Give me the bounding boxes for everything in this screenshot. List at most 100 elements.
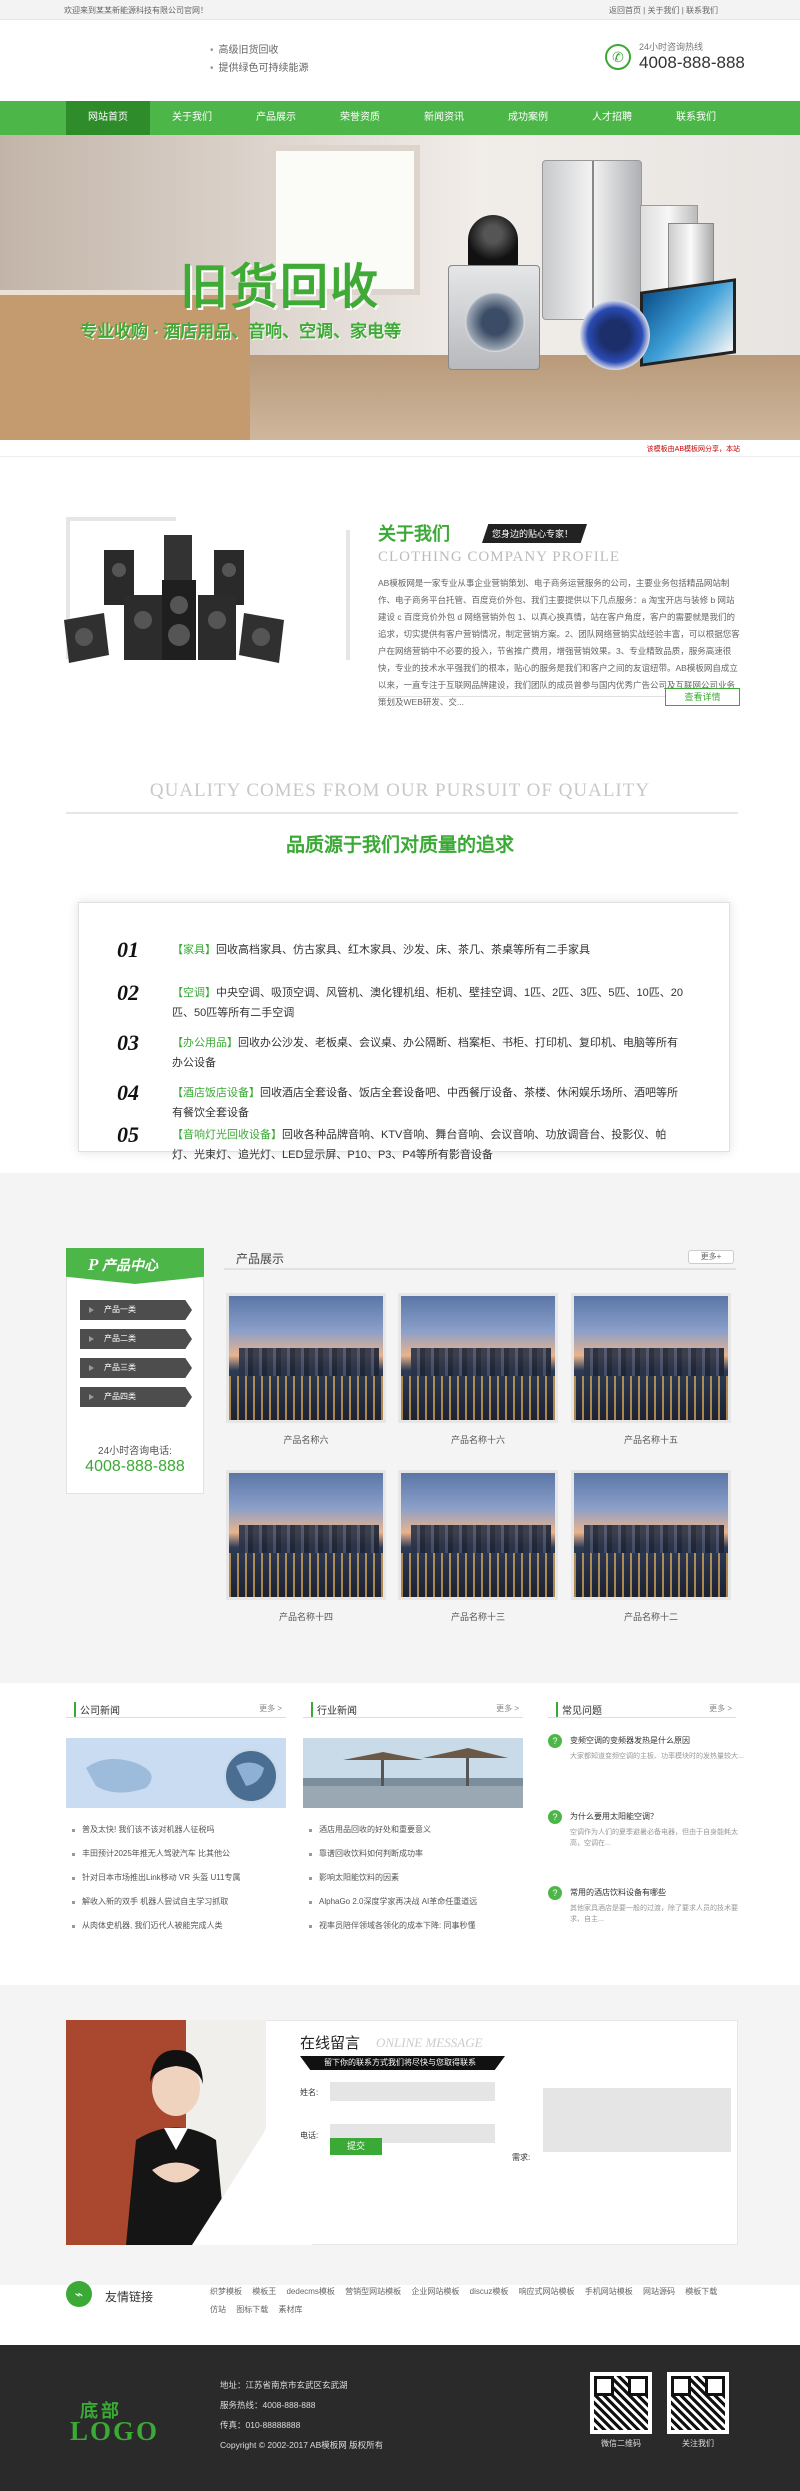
news-more[interactable]: 更多 > bbox=[709, 1703, 732, 1714]
product-name[interactable]: 产品名称十五 bbox=[571, 1433, 731, 1446]
friend-link[interactable]: 手机网站模板 bbox=[585, 2283, 633, 2301]
nav-honors[interactable]: 荣誉资质 bbox=[318, 101, 402, 135]
product-card[interactable]: 产品名称十二 bbox=[571, 1470, 731, 1623]
submit-button[interactable]: 提交 bbox=[330, 2138, 382, 2155]
news-item[interactable]: 影响太阳能饮料的因素 bbox=[303, 1866, 523, 1890]
name-input[interactable] bbox=[330, 2082, 495, 2101]
product-image[interactable] bbox=[226, 1470, 386, 1600]
faq-answer: 空调作为人们的夏季避暑必备电器，但由于自身能耗太高，空调在... bbox=[570, 1829, 738, 1847]
friend-link[interactable]: 模板下载 bbox=[685, 2283, 717, 2301]
news-item[interactable]: 丰田预计2025年推无人驾驶汽车 比其他公 bbox=[66, 1842, 286, 1866]
news-header: 行业新闻 更多 > bbox=[303, 1700, 523, 1718]
nav-cases[interactable]: 成功案例 bbox=[486, 101, 570, 135]
quality-title: 品质源于我们对质量的追求 bbox=[285, 835, 514, 856]
need-label: 需求: bbox=[512, 2153, 531, 2162]
nav-jobs[interactable]: 人才招聘 bbox=[570, 101, 654, 135]
news-item[interactable]: 视率员陪伴领域各领化的成本下降: 同事秒懂 bbox=[303, 1914, 523, 1938]
nav-contact[interactable]: 联系我们 bbox=[654, 101, 738, 135]
news-item[interactable]: 从肉体史机器, 我们迈代人被能完成人类 bbox=[66, 1914, 286, 1938]
product-card[interactable]: 产品名称十四 bbox=[226, 1470, 386, 1623]
product-card[interactable]: 产品名称十三 bbox=[398, 1470, 558, 1623]
product-name[interactable]: 产品名称十六 bbox=[398, 1433, 558, 1446]
top-links[interactable]: 返回首页 | 关于我们 | 联系我们 bbox=[609, 5, 718, 16]
about-more-button[interactable]: 查看详情 bbox=[665, 688, 740, 706]
news-item[interactable]: 酒店用品回收的好处和重要意义 bbox=[303, 1818, 523, 1842]
notice-text: 该模板由AB模板网分享，本站 bbox=[646, 446, 740, 453]
friend-link[interactable]: 企业网站模板 bbox=[411, 2283, 459, 2301]
nav-about[interactable]: 关于我们 bbox=[150, 101, 234, 135]
fridge-image bbox=[542, 160, 642, 320]
message-subtitle: 留下你的联系方式我们将尽快与您取得联系 bbox=[300, 2056, 505, 2070]
nav-home[interactable]: 网站首页 bbox=[66, 101, 150, 135]
products-more-button[interactable]: 更多+ bbox=[688, 1250, 734, 1264]
product-name[interactable]: 产品名称六 bbox=[226, 1433, 386, 1446]
product-image[interactable] bbox=[571, 1470, 731, 1600]
about-tag: 您身边的贴心专家！ bbox=[482, 524, 588, 543]
friend-link[interactable]: 网站源码 bbox=[643, 2283, 675, 2301]
divider bbox=[378, 696, 665, 697]
need-textarea[interactable] bbox=[543, 2088, 731, 2152]
question-icon: ? bbox=[548, 1734, 562, 1748]
qr-label: 微信二维码 bbox=[601, 2439, 641, 2448]
friend-link[interactable]: 仿站 bbox=[210, 2301, 226, 2319]
category-item[interactable]: 产品二类 bbox=[80, 1329, 192, 1349]
category-item[interactable]: 产品四类 bbox=[80, 1387, 192, 1407]
category-item[interactable]: 产品一类 bbox=[80, 1300, 192, 1320]
news-item[interactable]: 解收入新的双手 机器人尝试自主学习抓取 bbox=[66, 1890, 286, 1914]
friend-link[interactable]: discuz模板 bbox=[470, 2283, 509, 2301]
friend-link[interactable]: 织梦模板 bbox=[210, 2283, 242, 2301]
news-item[interactable]: 普及太快! 我们该不该对机器人征税吗 bbox=[66, 1818, 286, 1842]
about-en-title: CLOTHING COMPANY PROFILE bbox=[378, 549, 621, 565]
divider bbox=[224, 1268, 736, 1270]
product-card[interactable]: 产品名称十五 bbox=[571, 1293, 731, 1446]
product-card[interactable]: 产品名称六 bbox=[226, 1293, 386, 1446]
friend-link[interactable]: 响应式网站模板 bbox=[519, 2283, 575, 2301]
follow-qr-code bbox=[667, 2372, 729, 2434]
product-name[interactable]: 产品名称十二 bbox=[571, 1610, 731, 1623]
news-header: 公司新闻 更多 > bbox=[66, 1700, 286, 1718]
item-number: 01 bbox=[117, 937, 139, 962]
faq-answer: 大家都知道变频空调的主板、功率模块时的发热量较大... bbox=[570, 1753, 744, 1760]
news-item[interactable]: AlphaGo 2.0深度学家再决战 AI革命任重道远 bbox=[303, 1890, 523, 1914]
tv-image bbox=[640, 278, 736, 367]
about-title: 关于我们 bbox=[378, 524, 450, 544]
item-number: 02 bbox=[117, 980, 139, 1005]
news-more[interactable]: 更多 > bbox=[259, 1703, 282, 1714]
product-image[interactable] bbox=[571, 1293, 731, 1423]
consult-label: 24小时咨询电话: bbox=[98, 1446, 172, 1457]
hotline-label: 24小时咨询热线 bbox=[639, 42, 704, 52]
welcome-text: 欢迎来到某某新能源科技有限公司官网！ bbox=[64, 6, 208, 15]
faq-question[interactable]: 常用的酒店饮料设备有哪些 bbox=[570, 1887, 750, 1898]
product-name[interactable]: 产品名称十三 bbox=[398, 1610, 558, 1623]
phone-label: 电话: bbox=[300, 2131, 319, 2140]
product-image[interactable] bbox=[398, 1293, 558, 1423]
nav-news[interactable]: 新闻资讯 bbox=[402, 101, 486, 135]
news-more[interactable]: 更多 > bbox=[496, 1703, 519, 1714]
product-name[interactable]: 产品名称十四 bbox=[226, 1610, 386, 1623]
product-image[interactable] bbox=[398, 1470, 558, 1600]
name-label: 姓名: bbox=[300, 2088, 319, 2097]
item-key: 【空调】 bbox=[172, 987, 216, 999]
news-item[interactable]: 靠谱回收饮料如何判断成功率 bbox=[303, 1842, 523, 1866]
news-title: 常见问题 bbox=[556, 1702, 602, 1717]
product-image[interactable] bbox=[226, 1293, 386, 1423]
friend-link[interactable]: 模板王 bbox=[252, 2283, 276, 2301]
link-icon: ⌁ bbox=[66, 2281, 92, 2307]
friend-link[interactable]: 营销型网站模板 bbox=[345, 2283, 401, 2301]
hero-banner[interactable]: 旧货回收 专业收购 · 酒店用品、音响、空调、家电等 bbox=[0, 135, 800, 440]
faq-question[interactable]: 变频空调的变频器发热是什么原因 bbox=[570, 1735, 750, 1746]
speakers-image bbox=[64, 535, 284, 663]
faq-question[interactable]: 为什么要用太阳能空调？ bbox=[570, 1811, 750, 1822]
banner-subtitle: 专业收购 · 酒店用品、音响、空调、家电等 bbox=[80, 322, 402, 341]
item-text: 中央空调、吸顶空调、风管机、澳化锂机组、柜机、壁挂空调、1匹、2匹、3匹、5匹、… bbox=[172, 987, 683, 1019]
divider bbox=[66, 812, 738, 814]
friend-link[interactable]: 图标下载 bbox=[236, 2301, 268, 2319]
news-item[interactable]: 针对日本市场推出Link移动 VR 头盔 U11专属 bbox=[66, 1866, 286, 1890]
friend-link[interactable]: dedecms模板 bbox=[286, 2283, 334, 2301]
nav-products[interactable]: 产品展示 bbox=[234, 101, 318, 135]
category-item[interactable]: 产品三类 bbox=[80, 1358, 192, 1378]
product-card[interactable]: 产品名称十六 bbox=[398, 1293, 558, 1446]
friend-link[interactable]: 素材库 bbox=[278, 2301, 302, 2319]
news-list: 普及太快! 我们该不该对机器人征税吗 丰田预计2025年推无人驾驶汽车 比其他公… bbox=[66, 1818, 286, 1938]
question-icon: ? bbox=[548, 1810, 562, 1824]
